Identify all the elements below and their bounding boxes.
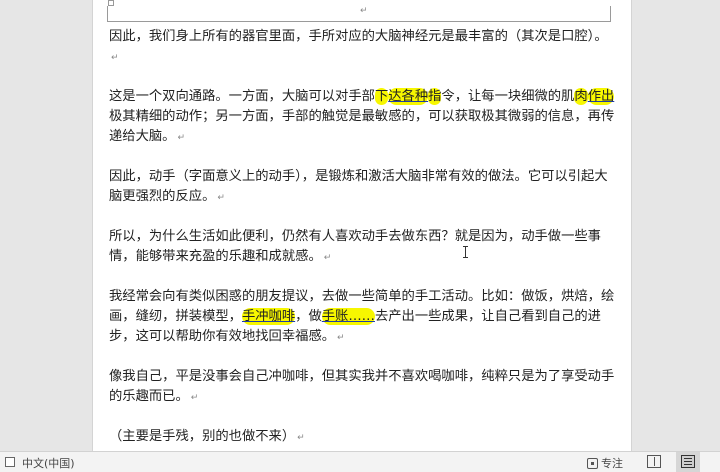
paragraph[interactable]: 我经常会向有类似困惑的朋友提议，去做一些简单的手工活动。比如：做饭，烘焙，绘画，… [109, 287, 617, 348]
text-run: 因此，我们身上所有的器官里面，手所对应的大脑神经元是最丰富的（其次是口腔）。 [109, 29, 608, 44]
paragraph[interactable]: （主要是手残，别的也做不来） ↵ [109, 427, 617, 448]
ibeam-cursor-icon [463, 246, 468, 258]
highlighted-text: 手冲咖啡 [241, 308, 296, 325]
document-body[interactable]: 因此，我们身上所有的器官里面，手所对应的大脑神经元是最丰富的（其次是口腔）。↵ 这… [109, 27, 617, 467]
text-run: ，做 [295, 309, 322, 324]
highlighted-text: 下 [374, 88, 389, 105]
focus-icon [587, 458, 598, 469]
highlighted-text: 肉 [574, 88, 588, 105]
highlighted-text: 达各种 [388, 88, 429, 105]
highlighted-text: 手账…… [321, 308, 375, 325]
header-boundary-marker [107, 6, 611, 22]
paragraph[interactable]: 所以，为什么生活如此便利，仍然有人喜欢动手去做东西？就是因为，动手做一些事情，能… [109, 227, 617, 268]
paragraph[interactable]: 像我自己，平是没事会自己冲咖啡，但其实我并不喜欢喝咖啡，纯粹只是为了享受动手的乐… [109, 367, 617, 408]
paragraph[interactable]: 因此，动手（字面意义上的动手），是锻炼和激活大脑非常有效的做法。它可以引起大脑更… [109, 167, 617, 208]
paragraph-mark: ↵ [111, 53, 119, 63]
text-run: 所以，为什么生活如此便利，仍然有人喜欢动手去做东西？就是因为，动手做一些事情，能… [109, 229, 601, 264]
text-run: 像我自己，平是没事会自己冲咖啡，但其实我并不喜欢喝咖啡，纯粹只是为了享受动手的乐… [109, 369, 615, 404]
paragraph-mark: ↵ [323, 253, 332, 263]
text-run: 因此，动手（字面意义上的动手），是锻炼和激活大脑非常有效的做法。它可以引起大脑更… [109, 169, 608, 204]
print-layout-icon[interactable] [681, 455, 695, 468]
paragraph-mark: ↵ [297, 433, 305, 443]
paragraph-mark: ↵ [190, 393, 199, 403]
status-bar: 中文(中国) 专注 [0, 451, 720, 472]
focus-mode-button[interactable]: 专注 [587, 455, 623, 471]
focus-mode-label: 专注 [601, 457, 623, 470]
header-paragraph-mark: ↵ [360, 6, 368, 16]
text-boundary-corner [108, 0, 114, 6]
read-mode-icon[interactable] [647, 455, 661, 468]
language-indicator[interactable]: 中文(中国) [22, 455, 75, 471]
highlighted-text: 指 [428, 88, 442, 105]
text-run: 令，让每一块细微的肌 [441, 89, 575, 104]
highlighted-text: 作出 [587, 88, 615, 105]
paragraph[interactable]: 因此，我们身上所有的器官里面，手所对应的大脑神经元是最丰富的（其次是口腔）。 ↵ [109, 27, 617, 68]
text-run: （主要是手残，别的也做不来） [109, 429, 296, 444]
paragraph[interactable]: 这是一个双向通路。一方面，大脑可以对手部下达各种指令，让每一块细微的肌肉作出极其… [109, 87, 617, 148]
paragraph-mark: ↵ [337, 333, 345, 343]
paragraph-mark: ↵ [177, 133, 186, 143]
text-run: 这是一个双向通路。一方面，大脑可以对手部 [109, 89, 375, 104]
proofing-check-icon[interactable] [5, 457, 15, 467]
paragraph-mark: ↵ [217, 193, 225, 203]
